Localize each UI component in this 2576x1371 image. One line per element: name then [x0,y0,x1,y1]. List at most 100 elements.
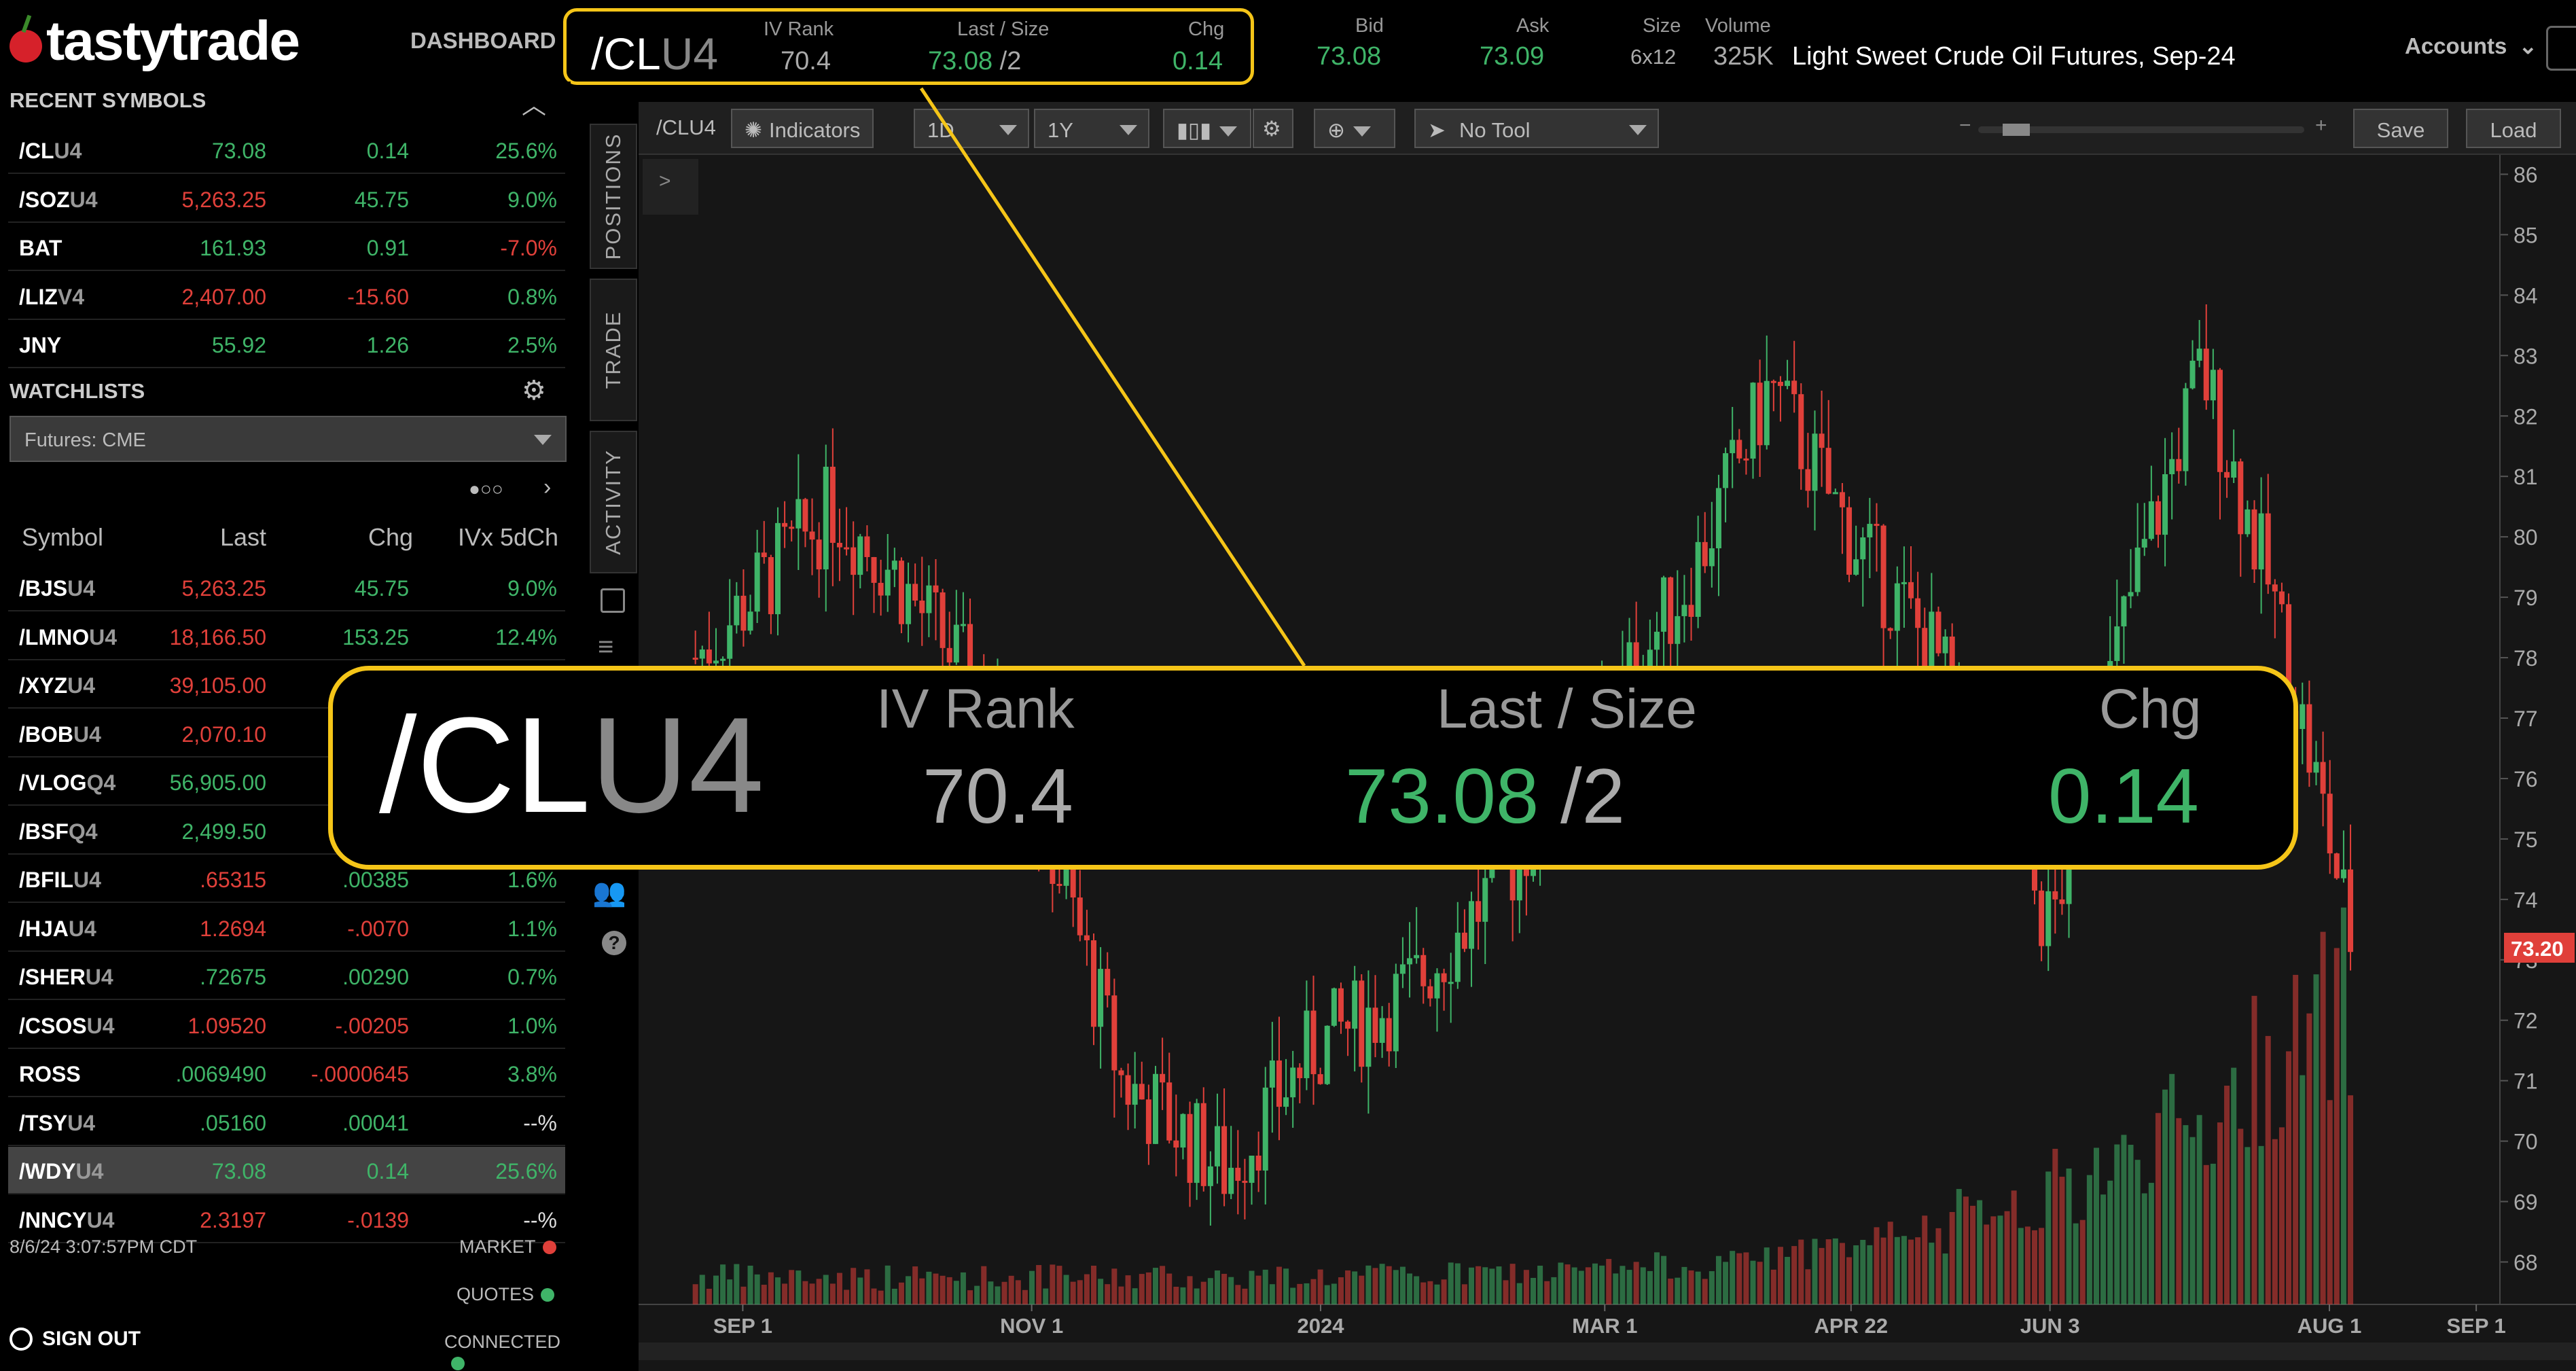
tab-activity[interactable]: ACTIVITY [590,431,637,573]
market-status: MARKET [459,1236,556,1258]
volume-bar [1194,1288,1200,1304]
volume-bar [1173,1286,1179,1304]
tab-positions[interactable]: POSITIONS [590,124,637,269]
volume-bar [1516,1283,1522,1304]
interval-select[interactable]: 1D [914,109,1029,148]
volume-bar [1544,1281,1550,1304]
col-header-symbol[interactable]: Symbol [22,523,103,552]
menu-toggle-icon[interactable] [2546,26,2576,71]
col-header-ivx[interactable]: IVx 5dCh [458,523,558,552]
row-last: .65315 [200,868,266,892]
volume-bar [1901,1236,1907,1304]
dashboard-link[interactable]: DASHBOARD ↗ [410,27,581,54]
volume-bar [1668,1279,1674,1304]
candle-body [2272,584,2278,592]
candle-body [1688,605,1694,617]
volume-bar [960,1272,966,1304]
list-item[interactable]: /LIZV4 2,407.00 -15.60 0.8% [8,272,565,320]
load-button[interactable]: Load [2466,109,2561,148]
list-item[interactable]: /CLU4 73.08 0.14 25.6% [8,126,565,174]
volume-bar [981,1266,987,1304]
list-item[interactable]: /TSYU4 .05160 .00041 --% [8,1099,565,1146]
candle-body [2340,869,2346,878]
range-select[interactable]: 1Y [1034,109,1149,148]
candle-body [1846,507,1853,575]
candle-body [2128,592,2134,597]
last-price: 73.08 [928,47,993,75]
row-pct: 25.6% [495,1159,557,1183]
volume-bar [802,1281,808,1304]
sign-out-button[interactable]: SIGN OUT [10,1328,141,1351]
gear-icon[interactable]: ⚙ [522,375,546,406]
symbol-quote-box[interactable]: /CLU4 IV Rank 70.4 Last / Size 73.08 /2 … [563,8,1254,85]
candle-body [1111,995,1117,1071]
volume-bar [1592,1263,1598,1304]
chart-settings-button[interactable]: ⚙ [1253,109,1293,148]
chevron-right-icon[interactable]: › [543,474,551,501]
list-item[interactable]: ROSS .0069490 -.0000645 3.8% [8,1050,565,1097]
list-item[interactable]: /BJSU4 5,263.25 45.75 9.0% [8,564,565,611]
crosshair-select[interactable]: ⊕ [1314,109,1395,148]
candle-body [919,600,925,613]
row-last: 161.93 [200,236,266,260]
zoom-slider-handle[interactable] [2003,124,2030,136]
watchlist-select[interactable]: Futures: CME [10,416,567,462]
community-icon[interactable]: 👥 [592,876,626,908]
candle-body [1702,541,1708,567]
list-item[interactable]: /SOZU4 5,263.25 45.75 9.0% [8,175,565,223]
expand-panel-button[interactable]: > [643,159,698,215]
zoom-in-icon[interactable]: + [2315,114,2327,137]
chart-type-select[interactable]: ▮▯▮ [1163,109,1251,148]
volume-bar [1661,1256,1667,1304]
volume-bar [2224,1086,2230,1304]
accounts-menu[interactable]: Accounts ⌄ [2405,33,2537,59]
volume-bar [1441,1279,1447,1304]
calendar-icon[interactable] [601,588,625,613]
y-tick-label: 70 [2514,1130,2538,1154]
chevron-down-icon: ⌄ [2518,33,2538,58]
row-chg: 0.14 [366,1159,409,1183]
candle-body [1743,458,1749,461]
candle-body [795,499,802,529]
col-header-last[interactable]: Last [220,523,266,552]
candle-body [1173,1140,1179,1148]
tab-trade[interactable]: TRADE [590,279,637,421]
tastytrade-logo[interactable]: tastytrade [10,10,300,73]
col-header-chg[interactable]: Chg [368,523,413,552]
x-tick-label: NOV 1 [1000,1314,1063,1338]
list-item[interactable]: /LMNOU4 18,166.50 153.25 12.4% [8,613,565,660]
candle-body [1310,1010,1317,1075]
volume-bar [1338,1277,1344,1304]
help-icon[interactable]: ? [602,931,626,955]
row-pct: 12.4% [495,624,557,649]
volume-bar [1214,1270,1220,1304]
pagination-dots[interactable]: ●○○ [469,478,503,500]
list-item[interactable]: /SHERU4 .72675 .00290 0.7% [8,952,565,1000]
drawing-tool-select[interactable]: ➤ No Tool [1414,109,1659,148]
collapse-icon[interactable]: ︿ [522,86,546,121]
list-item[interactable]: /NNCYU4 2.3197 -.0139 --% [8,1196,565,1243]
zoom-out-icon[interactable]: − [1959,114,1971,137]
row-chg: .00041 [342,1110,409,1135]
row-pct: -7.0% [500,236,557,260]
y-tick-label: 81 [2514,465,2538,489]
candle-body [1681,605,1687,616]
candle-body [1118,1070,1124,1075]
volume-bar [2265,1035,2271,1304]
volume-bar [2286,1051,2292,1304]
list-item[interactable]: /WDYU4 73.08 0.14 25.6% [8,1147,565,1194]
volume-bar [1022,1289,1028,1304]
indicators-button[interactable]: ✺ Indicators [731,109,874,148]
list-icon[interactable]: ≡ [598,632,613,662]
save-button[interactable]: Save [2353,109,2448,148]
list-item[interactable]: BAT 161.93 0.91 -7.0% [8,224,565,271]
list-item[interactable]: /HJAU4 1.2694 -.0070 1.1% [8,904,565,952]
bid-label: Bid [1355,15,1384,37]
row-last: 2.3197 [200,1207,266,1232]
zoom-slider[interactable] [1978,124,2304,136]
volume-bar [1207,1278,1213,1304]
volume-bar [2107,1180,2113,1304]
zoom-last-size: /2 [1560,753,1626,840]
list-item[interactable]: /CSOSU4 1.09520 -.00205 1.0% [8,1001,565,1049]
list-item[interactable]: JNY 55.92 1.26 2.5% [8,321,565,368]
